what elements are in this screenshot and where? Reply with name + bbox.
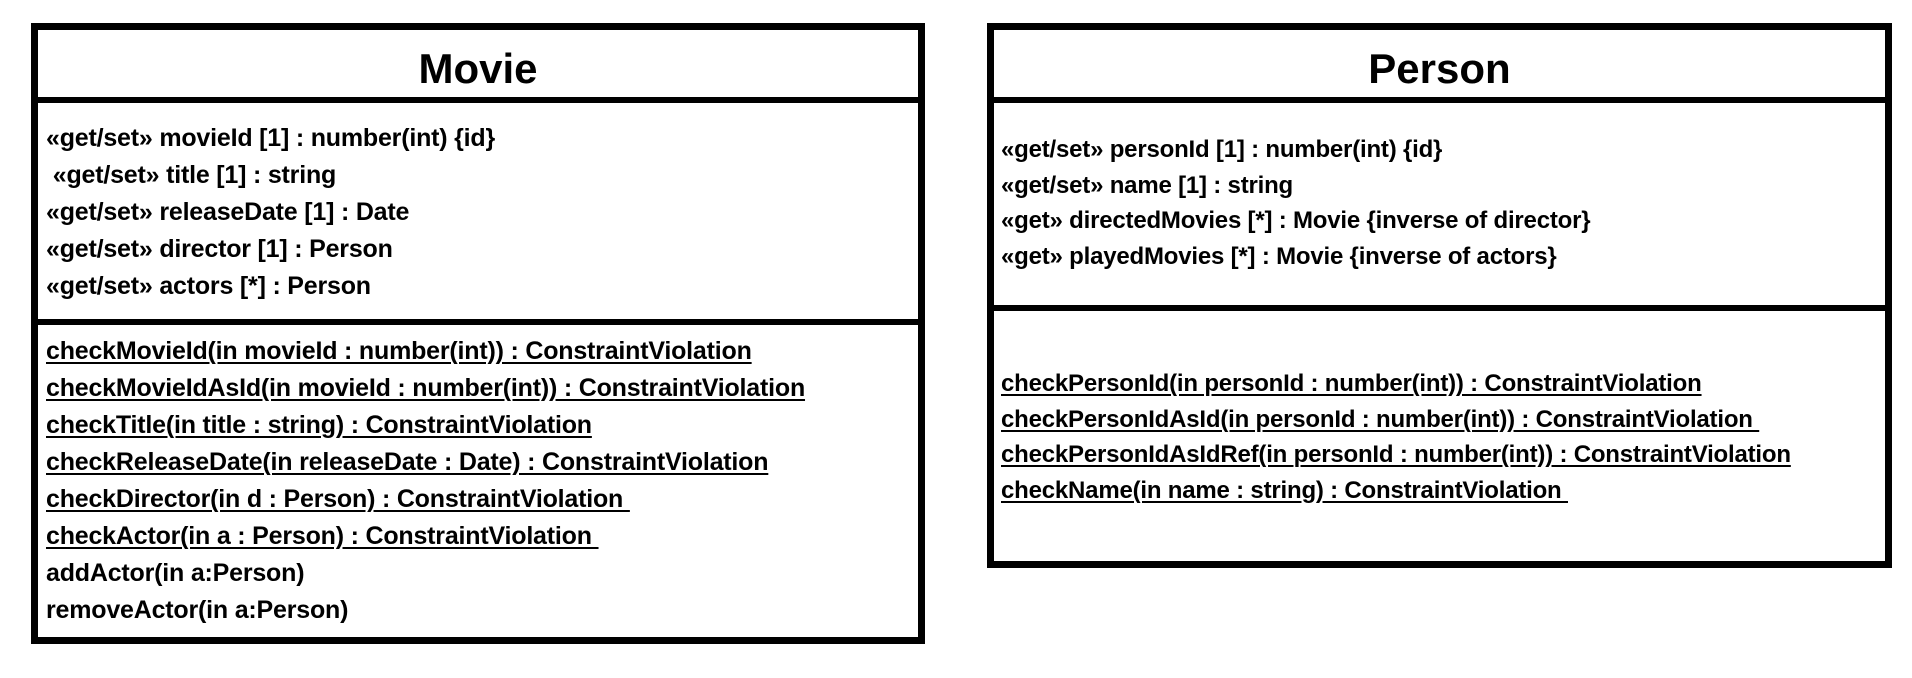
movie-operation: addActor(in a:Person) xyxy=(46,559,305,587)
person-class: Person «get/set» personId [1] : number(i… xyxy=(987,23,1892,568)
person-class-name: Person xyxy=(1368,45,1511,92)
movie-name-divider xyxy=(38,97,918,103)
movie-class: Movie «get/set» movieId [1] : number(int… xyxy=(31,23,925,644)
person-operation: checkPersonIdAsIdRef(in personId : numbe… xyxy=(1001,441,1791,468)
movie-attribute: «get/set» director [1] : Person xyxy=(46,235,393,263)
movie-attribute: «get/set» actors [*] : Person xyxy=(46,272,371,300)
movie-attribute: «get/set» releaseDate [1] : Date xyxy=(46,198,410,226)
movie-attributes: «get/set» movieId [1] : number(int) {id}… xyxy=(46,120,918,305)
person-attributes: «get/set» personId [1] : number(int) {id… xyxy=(1001,132,1885,274)
movie-operation: removeActor(in a:Person) xyxy=(46,596,349,624)
person-operation: checkPersonIdAsId(in personId : number(i… xyxy=(1001,405,1760,433)
movie-operation: checkTitle(in title : string) : Constrai… xyxy=(46,411,592,439)
movie-class-name: Movie xyxy=(418,45,538,92)
movie-attribute: «get/set» title [1] : string xyxy=(46,161,337,189)
person-attribute: «get/set» name [1] : string xyxy=(1001,171,1294,199)
person-attributes-divider xyxy=(994,305,1885,311)
movie-operation: checkActor(in a : Person) : ConstraintVi… xyxy=(46,522,599,550)
person-attribute: «get/set» personId [1] : number(int) {id… xyxy=(1001,136,1443,163)
movie-operations: checkMovieId(in movieId : number(int)) :… xyxy=(46,333,918,629)
person-attribute: «get» playedMovies [*] : Movie {inverse … xyxy=(1001,242,1557,270)
person-operation: checkPersonId(in personId : number(int))… xyxy=(1001,370,1702,397)
person-operation: checkName(in name : string) : Constraint… xyxy=(1001,476,1568,504)
person-attribute: «get» directedMovies [*] : Movie {invers… xyxy=(1001,207,1591,234)
person-operations: checkPersonId(in personId : number(int))… xyxy=(1001,366,1885,508)
person-name-divider xyxy=(994,97,1885,103)
movie-operation: checkMovieIdAsId(in movieId : number(int… xyxy=(46,374,806,402)
movie-operation: checkDirector(in d : Person) : Constrain… xyxy=(46,485,630,513)
movie-attributes-divider xyxy=(38,319,918,325)
movie-attribute: «get/set» movieId [1] : number(int) {id} xyxy=(46,124,496,152)
movie-operation: checkReleaseDate(in releaseDate : Date) … xyxy=(46,448,769,476)
movie-operation: checkMovieId(in movieId : number(int)) :… xyxy=(46,337,752,365)
